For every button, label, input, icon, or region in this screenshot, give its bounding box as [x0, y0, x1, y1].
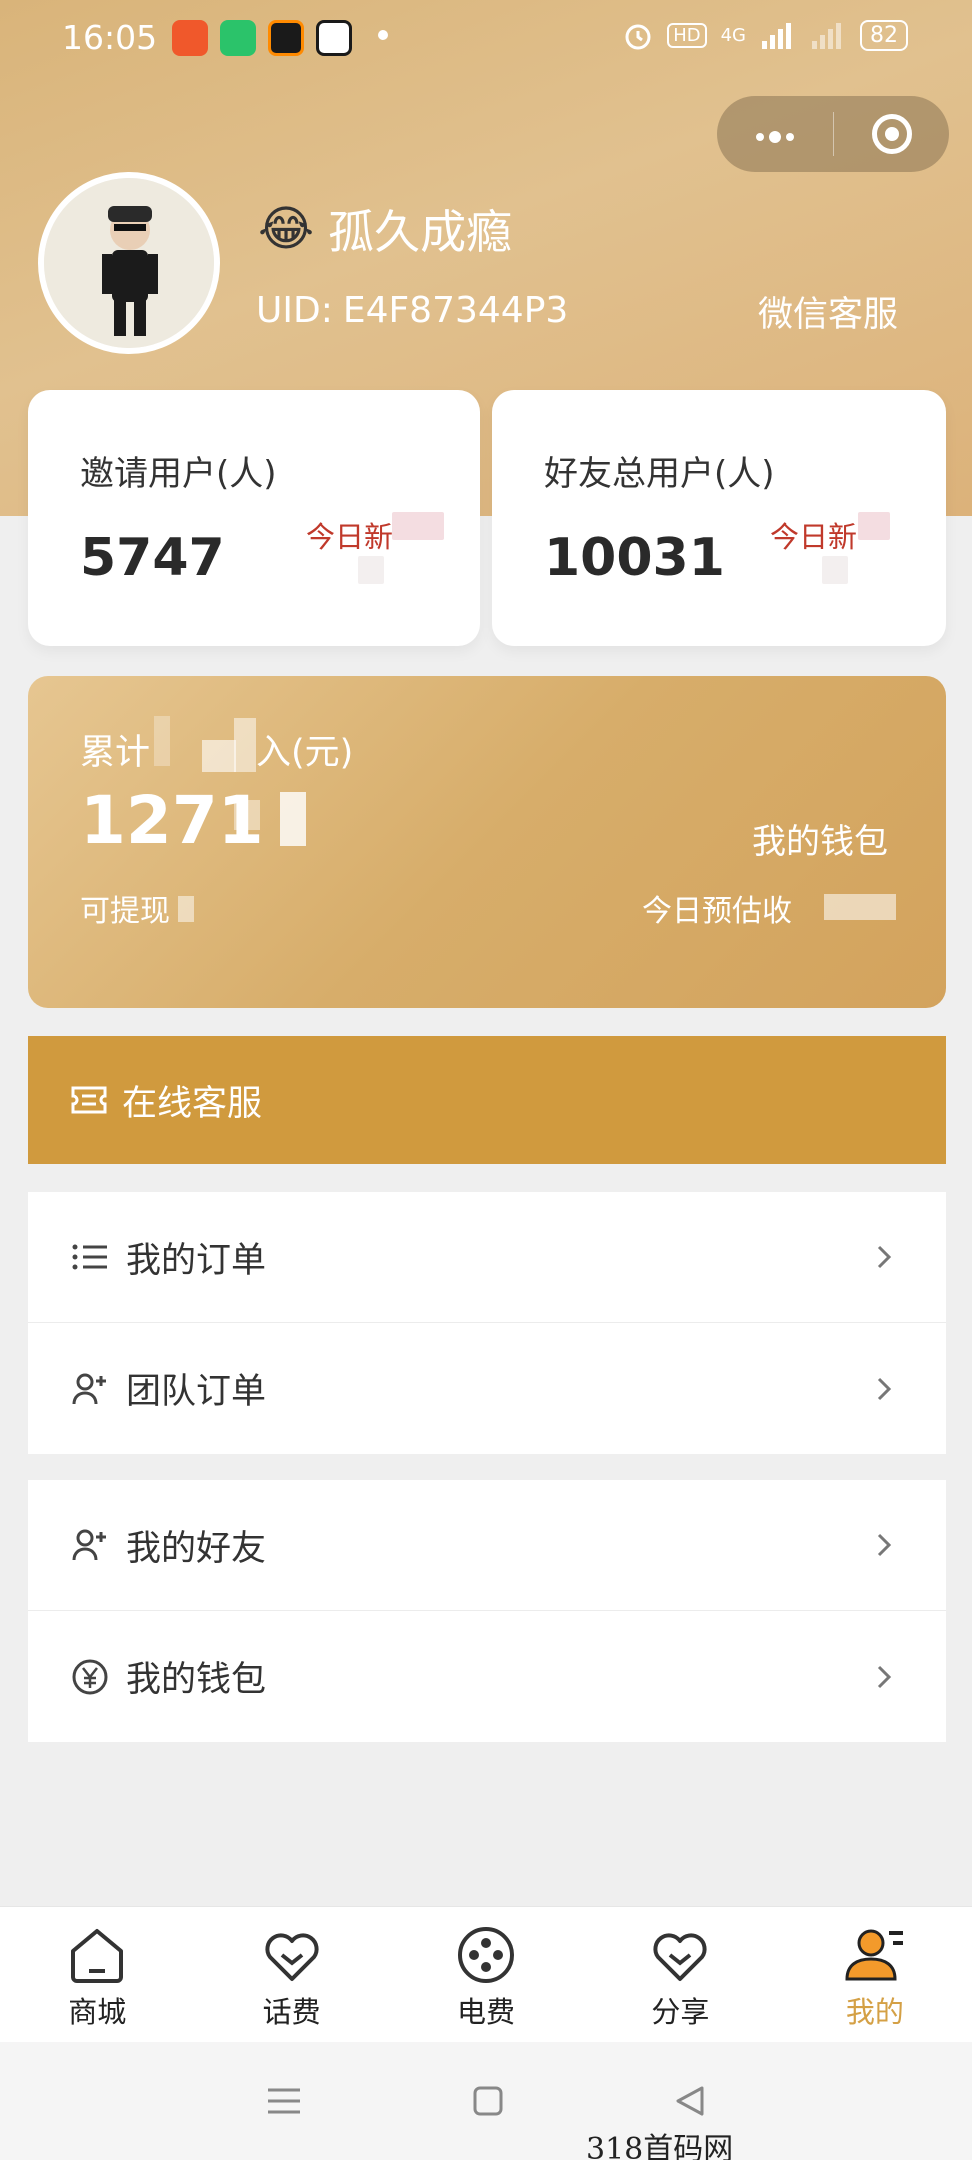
username: 孤久成瘾 [328, 205, 513, 259]
stat-value: 5747 [80, 528, 225, 588]
total-friends-card[interactable]: 好友总用户(人) 10031 今日新 [492, 390, 946, 646]
today-estimate-label: 今日预估收 [642, 894, 792, 929]
menu-item-my-wallet[interactable]: 我的钱包 [28, 1611, 946, 1742]
online-service-label: 在线客服 [122, 1083, 263, 1124]
menu-item-label: 我的订单 [126, 1240, 267, 1281]
heart-check-icon [265, 1933, 319, 1981]
target-icon[interactable] [834, 114, 949, 154]
user-profile-icon [845, 1929, 903, 1981]
menu-group-orders: 我的订单 团队订单 [28, 1192, 946, 1454]
earnings-card: 累计 入(元) 1271 我的钱包 可提现 今日预估收 [28, 676, 946, 1008]
more-dots-icon[interactable] [717, 112, 833, 156]
signal-weak-icon [812, 22, 841, 49]
tab-label: 话费 [262, 1995, 321, 2029]
app-notification-icon [268, 20, 304, 56]
tab-label: 分享 [651, 1995, 710, 2029]
signal-icon [762, 22, 791, 49]
redacted-block [234, 800, 260, 830]
redacted-block [858, 512, 890, 540]
back-icon[interactable] [674, 2085, 706, 2117]
list-icon [70, 1237, 110, 1277]
status-indicators: HD 4G 82 [623, 20, 908, 51]
tab-label: 我的 [845, 1995, 904, 2029]
redacted-block [824, 894, 896, 920]
uid-value: E4F87344P3 [342, 290, 569, 331]
tab-mall[interactable]: 商城 [0, 1907, 194, 2042]
uid-row: UID: E4F87344P3 [256, 290, 568, 331]
redacted-block [392, 512, 444, 540]
app-notification-icon [172, 20, 208, 56]
redacted-block [154, 716, 170, 766]
tab-electric-bill[interactable]: 电费 [389, 1907, 583, 2042]
menu-icon[interactable] [266, 2086, 302, 2116]
my-wallet-link[interactable]: 我的钱包 [752, 814, 888, 863]
tab-mine[interactable]: 我的 [778, 1907, 972, 2042]
laughing-emoji-icon: 😂 [258, 201, 315, 257]
alarm-icon [625, 24, 651, 49]
menu-item-team-orders[interactable]: 团队订单 [28, 1323, 946, 1454]
menu-item-label: 我的好友 [126, 1528, 267, 1569]
tab-label: 电费 [457, 1995, 516, 2029]
username-row: 😂 孤久成瘾 [258, 196, 512, 262]
redacted-block [234, 718, 256, 772]
app-notification-icon [220, 20, 256, 56]
hd-icon: HD [667, 23, 707, 48]
stat-today-new: 今日新 [770, 520, 858, 554]
watermark: 318首码网 www.e318.com [586, 2132, 734, 2160]
status-time: 16:05 [62, 18, 158, 57]
menu-item-label: 团队订单 [126, 1372, 267, 1412]
yuan-circle-icon [70, 1657, 110, 1697]
redacted-block [178, 896, 194, 922]
film-reel-icon [458, 1927, 515, 1983]
network-label: 4G [720, 25, 746, 46]
tab-phone-bill[interactable]: 话费 [194, 1907, 388, 2042]
status-app-icons [172, 20, 352, 56]
notification-dot-icon [378, 30, 388, 40]
battery-icon: 82 [860, 20, 908, 51]
ticket-icon [71, 1086, 107, 1114]
heart-check-icon [653, 1933, 708, 1981]
status-bar: 16:05 HD 4G 82 [0, 0, 972, 76]
stat-today-new: 今日新 [306, 520, 394, 554]
stat-label: 好友总用户(人) [544, 454, 775, 494]
chevron-right-icon [877, 1665, 892, 1688]
redacted-block [280, 792, 306, 846]
menu-item-my-friends[interactable]: 我的好友 [28, 1480, 946, 1611]
withdrawable-label: 可提现 [80, 894, 170, 929]
user-add-icon [70, 1369, 110, 1409]
bottom-tab-bar: 商城 话费 电费 分享 我的 [0, 1906, 972, 2042]
wechat-service-link[interactable]: 微信客服 [758, 286, 898, 337]
chevron-right-icon [877, 1245, 892, 1269]
miniprogram-capsule [717, 96, 949, 172]
tab-label: 商城 [68, 1995, 127, 2029]
chevron-right-icon [877, 1377, 892, 1400]
redacted-block [202, 740, 236, 772]
invited-users-card[interactable]: 邀请用户(人) 5747 今日新 [28, 390, 480, 646]
stat-label: 邀请用户(人) [80, 454, 277, 494]
redacted-block [358, 556, 384, 584]
menu-item-label: 我的钱包 [126, 1660, 267, 1700]
redacted-block [822, 556, 848, 584]
home-square-icon[interactable] [472, 2085, 504, 2117]
tab-share[interactable]: 分享 [583, 1907, 777, 2042]
chevron-right-icon [877, 1533, 892, 1557]
avatar[interactable] [38, 172, 220, 354]
stat-value: 10031 [544, 528, 725, 588]
menu-item-my-orders[interactable]: 我的订单 [28, 1192, 946, 1323]
menu-group-account: 我的好友 我的钱包 [28, 1480, 946, 1742]
uid-label: UID: [256, 290, 333, 331]
user-add-icon [70, 1525, 110, 1565]
online-service-button[interactable]: 在线客服 [28, 1036, 946, 1164]
app-notification-icon [316, 20, 352, 56]
home-icon [71, 1929, 124, 1983]
